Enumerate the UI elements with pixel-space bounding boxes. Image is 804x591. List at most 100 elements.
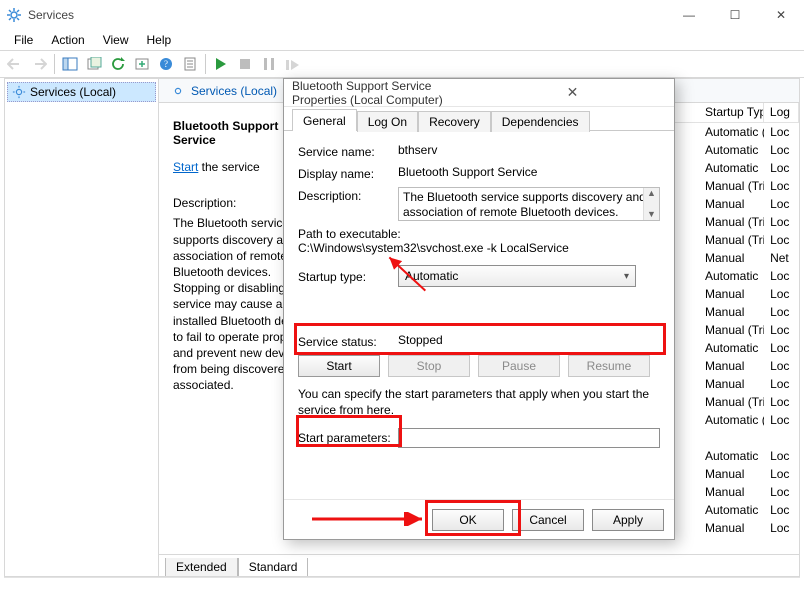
cell-startup: Automatic xyxy=(699,269,764,283)
cell-logon: Loc xyxy=(764,449,799,463)
dialog-tabs: General Log On Recovery Dependencies xyxy=(284,107,674,131)
toolbar: ? xyxy=(0,50,804,78)
cell-startup: Manual xyxy=(699,251,764,265)
tab-recovery[interactable]: Recovery xyxy=(418,111,491,132)
tab-dependencies[interactable]: Dependencies xyxy=(491,111,590,132)
cell-startup: Manual (Trig... xyxy=(699,233,764,247)
restart-service-button[interactable] xyxy=(282,53,304,75)
cell-startup: Automatic xyxy=(699,341,764,355)
gear-icon xyxy=(171,84,185,98)
table-row[interactable]: ManualNet xyxy=(699,249,799,267)
table-row[interactable]: AutomaticLoc xyxy=(699,141,799,159)
tab-log-on[interactable]: Log On xyxy=(357,111,418,132)
start-link-suffix: the service xyxy=(198,160,259,174)
nav-forward-button[interactable] xyxy=(28,53,50,75)
cell-logon: Loc xyxy=(764,233,799,247)
cell-logon: Net xyxy=(764,251,799,265)
scroll-down-icon[interactable]: ▼ xyxy=(647,209,656,220)
table-row[interactable]: ManualLoc xyxy=(699,465,799,483)
cell-startup: Automatic xyxy=(699,143,764,157)
pause-service-button[interactable] xyxy=(258,53,280,75)
table-row[interactable]: ManualLoc xyxy=(699,375,799,393)
export-button[interactable] xyxy=(131,53,153,75)
cell-logon: Loc xyxy=(764,341,799,355)
cell-logon: Loc xyxy=(764,503,799,517)
description-value: The Bluetooth service supports discovery… xyxy=(403,190,646,221)
close-button[interactable]: ✕ xyxy=(758,0,804,30)
table-row[interactable]: ManualLoc xyxy=(699,519,799,537)
cell-startup: Automatic xyxy=(699,449,764,463)
resume-button: Resume xyxy=(568,355,650,377)
path-label: Path to executable: xyxy=(298,227,660,241)
table-row[interactable]: ManualLoc xyxy=(699,195,799,213)
col-logon[interactable]: Log xyxy=(764,103,799,122)
export-list-button[interactable] xyxy=(83,53,105,75)
service-properties-dialog: Bluetooth Support Service Properties (Lo… xyxy=(283,78,675,540)
cell-logon: Loc xyxy=(764,269,799,283)
start-service-button[interactable] xyxy=(210,53,232,75)
menu-view[interactable]: View xyxy=(95,31,137,49)
dialog-title: Bluetooth Support Service Properties (Lo… xyxy=(292,79,479,107)
table-row[interactable]: ManualLoc xyxy=(699,483,799,501)
minimize-button[interactable]: — xyxy=(666,0,712,30)
table-row[interactable]: Automatic (D...Loc xyxy=(699,411,799,429)
start-params-input[interactable] xyxy=(398,428,660,448)
stop-service-button[interactable] xyxy=(234,53,256,75)
tab-general[interactable]: General xyxy=(292,109,357,131)
cell-logon: Loc xyxy=(764,485,799,499)
menu-help[interactable]: Help xyxy=(139,31,180,49)
list-title-text: Services (Local) xyxy=(191,84,277,98)
dialog-body: Service name: bthserv Display name: Blue… xyxy=(292,133,666,499)
menubar: File Action View Help xyxy=(0,30,804,50)
table-row[interactable]: ManualLoc xyxy=(699,285,799,303)
table-row[interactable] xyxy=(699,429,799,447)
table-row[interactable]: Manual (Trig...Loc xyxy=(699,393,799,411)
table-row[interactable]: AutomaticLoc xyxy=(699,159,799,177)
cell-logon: Loc xyxy=(764,125,799,139)
cancel-button[interactable]: Cancel xyxy=(512,509,584,531)
help-button[interactable]: ? xyxy=(155,53,177,75)
description-box[interactable]: The Bluetooth service supports discovery… xyxy=(398,187,660,221)
toolbar-separator xyxy=(54,54,55,74)
cell-logon: Loc xyxy=(764,467,799,481)
description-scrollbar[interactable]: ▲▼ xyxy=(643,188,659,220)
table-row[interactable]: AutomaticLoc xyxy=(699,267,799,285)
table-row[interactable]: AutomaticLoc xyxy=(699,501,799,519)
cell-logon: Loc xyxy=(764,161,799,175)
ok-button[interactable]: OK xyxy=(432,509,504,531)
table-row[interactable]: Automatic (D...Loc xyxy=(699,123,799,141)
maximize-button[interactable]: ☐ xyxy=(712,0,758,30)
startup-type-value: Automatic xyxy=(405,269,458,283)
cell-startup: Manual xyxy=(699,377,764,391)
table-row[interactable]: AutomaticLoc xyxy=(699,339,799,357)
start-button[interactable]: Start xyxy=(298,355,380,377)
col-startup-type[interactable]: Startup Type xyxy=(699,103,764,122)
table-row[interactable]: ManualLoc xyxy=(699,303,799,321)
nav-back-button[interactable] xyxy=(4,53,26,75)
table-row[interactable]: Manual (Trig...Loc xyxy=(699,231,799,249)
cell-logon: Loc xyxy=(764,287,799,301)
start-link[interactable]: Start xyxy=(173,160,198,174)
table-row[interactable]: Manual (Trig...Loc xyxy=(699,213,799,231)
tab-extended[interactable]: Extended xyxy=(165,558,238,576)
tab-standard[interactable]: Standard xyxy=(238,558,309,576)
table-row[interactable]: Manual (Trig...Loc xyxy=(699,177,799,195)
dialog-titlebar[interactable]: Bluetooth Support Service Properties (Lo… xyxy=(284,79,674,107)
scroll-up-icon[interactable]: ▲ xyxy=(647,188,656,199)
table-row[interactable]: AutomaticLoc xyxy=(699,447,799,465)
cell-startup: Manual xyxy=(699,359,764,373)
table-row[interactable]: Manual (Trig...Loc xyxy=(699,321,799,339)
tree-item-label: Services (Local) xyxy=(30,85,116,99)
dialog-close-button[interactable]: ✕ xyxy=(479,84,666,101)
menu-file[interactable]: File xyxy=(6,31,41,49)
properties-button[interactable] xyxy=(179,53,201,75)
cell-startup: Manual (Trig... xyxy=(699,395,764,409)
table-row[interactable]: ManualLoc xyxy=(699,357,799,375)
tree-item-services-local[interactable]: Services (Local) xyxy=(7,82,156,102)
show-hide-tree-button[interactable] xyxy=(59,53,81,75)
menu-action[interactable]: Action xyxy=(43,31,92,49)
view-tabs: Extended Standard xyxy=(159,554,799,576)
apply-button[interactable]: Apply xyxy=(592,509,664,531)
startup-type-select[interactable]: Automatic ▾ xyxy=(398,265,636,287)
refresh-button[interactable] xyxy=(107,53,129,75)
